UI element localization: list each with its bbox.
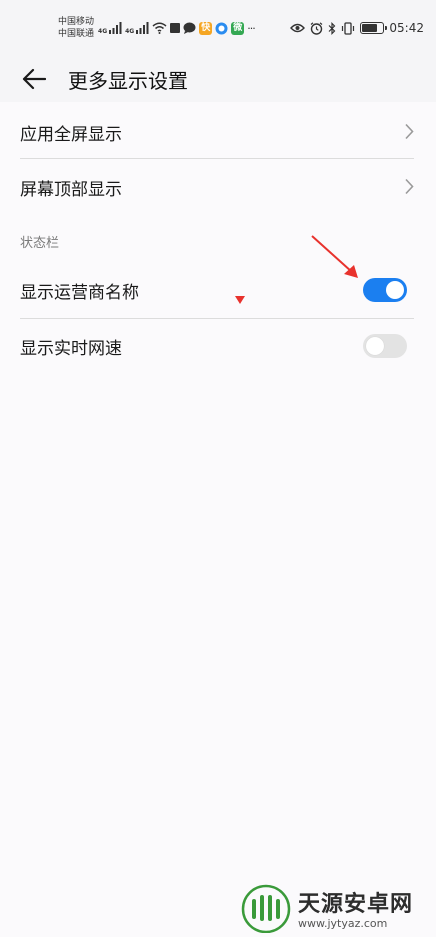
watermark-url: www.jytyaz.com xyxy=(298,916,388,930)
settings-list: 应用全屏显示 屏幕顶部显示 状态栏 显示运营商名称 显示实时网速 天源安卓网 w… xyxy=(0,102,436,937)
row-label: 显示实时网速 xyxy=(20,338,122,359)
row-label: 显示运营商名称 xyxy=(20,282,139,303)
network-type-1: 4G xyxy=(98,27,108,35)
back-button[interactable] xyxy=(20,65,48,93)
android-logo-icon xyxy=(241,884,291,933)
carrier-labels: 中国移动 中国联通 xyxy=(58,16,94,40)
more-notifications-icon: ··· xyxy=(247,21,255,35)
watermark-text: 天源安卓网 www.jytyaz.com xyxy=(298,886,413,930)
carrier-2: 中国联通 xyxy=(58,29,95,39)
app-notification-icon: 快 xyxy=(199,21,213,35)
row-show-carrier-name[interactable]: 显示运营商名称 xyxy=(20,262,414,318)
page-title: 更多显示设置 xyxy=(68,68,188,93)
network-type-2: 4G xyxy=(125,27,135,35)
row-notch-display[interactable]: 屏幕顶部显示 xyxy=(20,159,414,215)
vibrate-icon xyxy=(342,21,355,35)
carrier-name-toggle[interactable] xyxy=(363,278,407,302)
alarm-icon xyxy=(311,21,323,35)
back-arrow-icon xyxy=(22,68,46,90)
browser-icon xyxy=(215,22,228,34)
status-icons: 4G 4G 快 微 ··· xyxy=(98,21,256,35)
wifi-icon xyxy=(152,22,167,34)
status-right: 05:42 xyxy=(290,21,424,35)
row-label: 应用全屏显示 xyxy=(20,124,122,145)
network-speed-toggle[interactable] xyxy=(363,334,407,358)
carrier-1: 中国移动 xyxy=(58,17,95,27)
signal-icon xyxy=(136,22,149,34)
site-watermark: 天源安卓网 www.jytyaz.com xyxy=(240,878,436,937)
clock: 05:42 xyxy=(389,21,424,35)
bluetooth-icon xyxy=(328,21,336,35)
app-bar: 更多显示设置 xyxy=(0,56,436,102)
row-fullscreen-display[interactable]: 应用全屏显示 xyxy=(20,104,414,160)
wechat-app-icon: 微 xyxy=(231,21,245,35)
chevron-right-icon xyxy=(405,178,414,195)
signal-icon xyxy=(109,22,122,34)
chevron-right-icon xyxy=(405,123,414,140)
row-label: 屏幕顶部显示 xyxy=(20,179,122,200)
toggle-knob xyxy=(386,281,404,299)
eye-icon xyxy=(290,23,306,33)
settings-screen: 中国移动 中国联通 4G 4G 快 微 ··· 05:42 更多显示设置 应用全… xyxy=(0,0,436,937)
status-bar: 中国移动 中国联通 4G 4G 快 微 ··· 05:42 xyxy=(0,0,436,56)
toggle-knob xyxy=(366,337,384,355)
stop-icon xyxy=(170,23,181,33)
chat-bubble-icon xyxy=(183,22,196,34)
battery-icon xyxy=(360,22,388,34)
section-header-status-bar: 状态栏 xyxy=(20,236,60,251)
watermark-name: 天源安卓网 xyxy=(298,891,414,917)
row-show-network-speed[interactable]: 显示实时网速 xyxy=(20,318,414,374)
battery-level xyxy=(362,24,377,32)
